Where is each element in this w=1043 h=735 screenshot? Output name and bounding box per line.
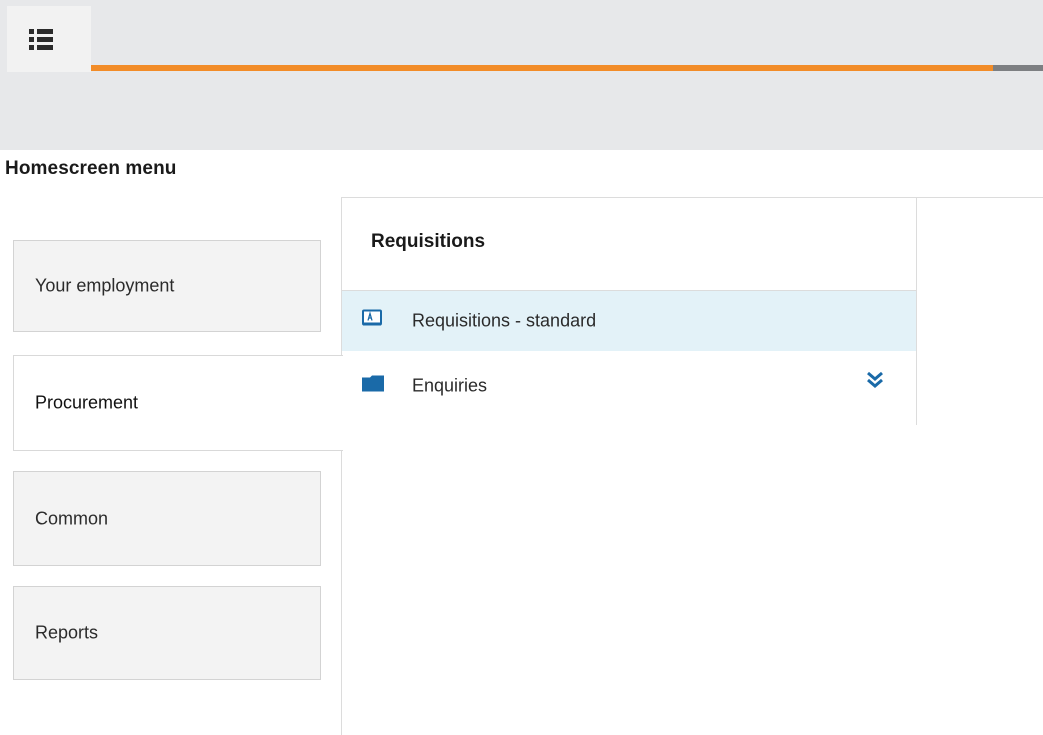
accent-progress-bar [91, 65, 993, 71]
menu-button[interactable] [7, 6, 91, 72]
tab-your-employment[interactable]: Your employment [13, 240, 321, 332]
section-heading: Requisitions [371, 231, 486, 252]
tab-label: Common [35, 508, 109, 528]
tab-procurement[interactable]: Procurement [13, 355, 343, 451]
list-menu-icon [29, 29, 53, 50]
double-chevron-down-icon[interactable] [865, 370, 885, 395]
menu-item-enquiries[interactable]: Enquiries [342, 356, 916, 416]
content-right-border [916, 198, 917, 425]
folder-icon [362, 375, 384, 397]
tab-common[interactable]: Common [13, 471, 321, 566]
menu-content-panel: Requisitions Requisitions - standard Enq… [342, 198, 916, 425]
form-icon [362, 309, 382, 333]
accent-bar-remainder [993, 65, 1043, 71]
top-bar [0, 0, 1043, 150]
tab-reports[interactable]: Reports [13, 586, 321, 680]
menu-item-requisitions-standard[interactable]: Requisitions - standard [342, 291, 916, 351]
menu-item-label: Requisitions - standard [412, 310, 597, 331]
tab-label: Reports [35, 622, 99, 643]
tab-label: Procurement [35, 392, 139, 413]
tab-label: Your employment [35, 275, 175, 296]
menu-item-label: Enquiries [412, 375, 488, 396]
page-title: Homescreen menu [5, 158, 177, 179]
